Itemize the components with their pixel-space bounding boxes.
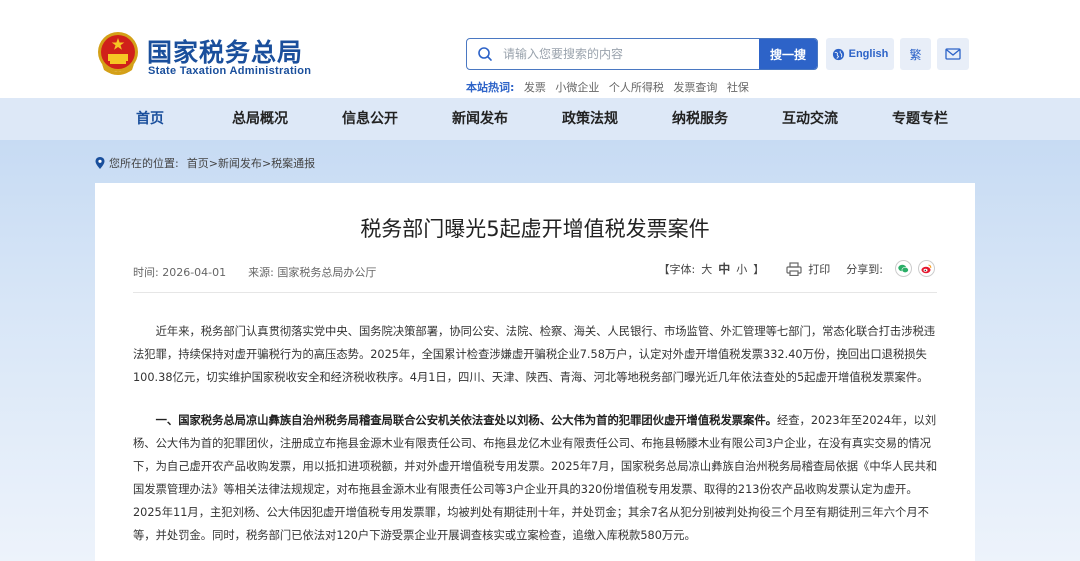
- print-icon[interactable]: [786, 261, 802, 276]
- breadcrumb-link-news[interactable]: 新闻发布: [218, 157, 262, 170]
- nav-item-news[interactable]: 新闻发布: [425, 98, 535, 140]
- hot-word-link[interactable]: 小微企业: [555, 81, 599, 94]
- hot-word-link[interactable]: 个人所得税: [609, 81, 664, 94]
- breadcrumb-link-home[interactable]: 首页: [187, 157, 209, 170]
- share-wechat-button[interactable]: [895, 260, 912, 277]
- breadcrumb-prefix: 您所在的位置:: [109, 157, 179, 170]
- nav-item-policy[interactable]: 政策法规: [535, 98, 645, 140]
- article-paragraph: 一、国家税务总局凉山彝族自治州税务局稽查局联合公安机关依法查处以刘杨、公大伟为首…: [133, 409, 939, 547]
- share-label: 分享到:: [846, 262, 883, 276]
- publish-time: 时间: 2026-04-01: [133, 266, 227, 279]
- site-logo-subtitle: State Taxation Administration: [148, 65, 312, 77]
- article-paragraph: 近年来，税务部门认真贯彻落实党中央、国务院决策部署，协同公安、法院、检察、海关、…: [133, 325, 936, 384]
- title-divider: [133, 292, 937, 293]
- mail-button[interactable]: [937, 38, 969, 70]
- font-size-large-button[interactable]: 大: [701, 261, 712, 277]
- mail-icon: [945, 48, 961, 60]
- site-header: 国家税务总局 State Taxation Administration 搜一搜…: [0, 0, 1080, 98]
- hot-word-link[interactable]: 发票查询: [673, 81, 717, 94]
- hot-word-link[interactable]: 社保: [727, 81, 749, 94]
- site-logo-title[interactable]: 国家税务总局: [147, 33, 303, 69]
- search-icon: [478, 47, 492, 61]
- hot-words-label: 本站热词:: [466, 81, 515, 94]
- wechat-icon: [898, 264, 909, 273]
- nav-item-interaction[interactable]: 互动交流: [755, 98, 865, 140]
- traditional-chinese-button[interactable]: 繁: [900, 38, 931, 70]
- article-card: 税务部门曝光5起虚开增值税发票案件 时间: 2026-04-01 来源: 国家税务…: [95, 183, 975, 561]
- article-title: 税务部门曝光5起虚开增值税发票案件: [360, 217, 710, 241]
- article-tools: 【字体: 大 中 小 】 打印 分享到:: [659, 260, 935, 277]
- weibo-icon: [921, 264, 932, 273]
- breadcrumb-separator: >: [261, 157, 272, 170]
- location-pin-icon: [95, 157, 105, 169]
- case-heading: 一、国家税务总局凉山彝族自治州税务局稽查局联合公安机关依法查处以刘杨、公大伟为首…: [155, 414, 777, 427]
- font-size-medium-button[interactable]: 中: [718, 260, 730, 277]
- nav-item-home[interactable]: 首页: [95, 98, 205, 140]
- english-label: English: [848, 48, 889, 60]
- breadcrumb-link-tax-cases[interactable]: 税案通报: [271, 157, 315, 170]
- search-button[interactable]: 搜一搜: [759, 39, 817, 69]
- breadcrumb: 您所在的位置: 首页>新闻发布>税案通报: [95, 155, 315, 171]
- nav-item-overview[interactable]: 总局概况: [205, 98, 315, 140]
- font-size-label: 【字体:: [658, 262, 696, 276]
- share-weibo-button[interactable]: [918, 260, 935, 277]
- nav-item-disclosure[interactable]: 信息公开: [315, 98, 425, 140]
- national-emblem-icon: [98, 32, 138, 75]
- case-body: 经查，2023年至2024年，以刘杨、公大伟为首的犯罪团伙，注册成立布拖县金源木…: [133, 414, 938, 542]
- font-size-small-button[interactable]: 小: [736, 261, 747, 277]
- print-button[interactable]: 打印: [808, 261, 830, 277]
- search-input[interactable]: [503, 39, 759, 69]
- hot-words-bar: 本站热词: 发票 小微企业 个人所得税 发票查询 社保: [466, 79, 749, 95]
- nav-item-special-topics[interactable]: 专题专栏: [865, 98, 975, 140]
- article-source: 来源: 国家税务总局办公厅: [248, 266, 377, 279]
- main-nav: 首页 总局概况 信息公开 新闻发布 政策法规 纳税服务 互动交流 专题专栏: [0, 98, 1080, 140]
- breadcrumb-separator: >: [208, 157, 218, 170]
- hot-word-link[interactable]: 发票: [524, 81, 546, 94]
- nav-item-taxpayer-service[interactable]: 纳税服务: [645, 98, 755, 140]
- english-button[interactable]: English: [826, 38, 894, 70]
- search-box: 搜一搜: [466, 38, 818, 70]
- font-size-close: 】: [753, 262, 765, 276]
- article-meta: 时间: 2026-04-01 来源: 国家税务总局办公厅: [133, 264, 376, 280]
- globe-icon: [832, 48, 844, 60]
